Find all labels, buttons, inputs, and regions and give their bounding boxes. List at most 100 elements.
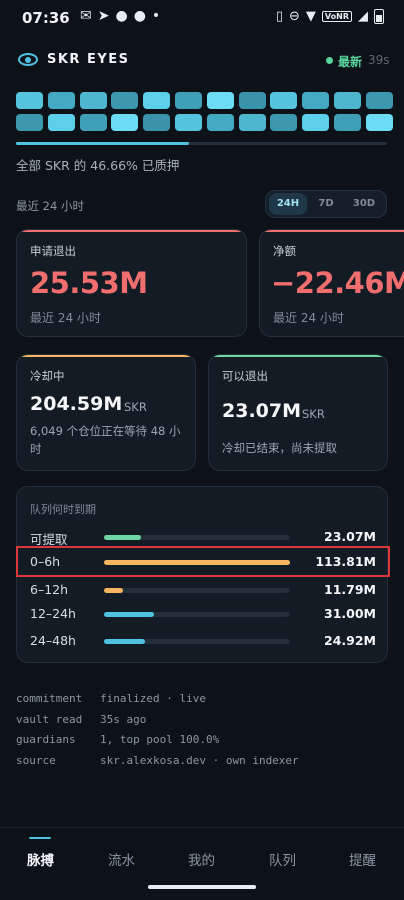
stake-grid-cell [79, 114, 107, 131]
stake-grid-cell [174, 114, 202, 131]
queue-row-track [104, 639, 290, 644]
highlight-box [16, 546, 390, 577]
queue-row-value: 23.07M [324, 529, 376, 544]
nav-pulse[interactable]: 脉搏 [27, 849, 54, 869]
stake-grid-cell [143, 114, 171, 131]
telegram-icon: ➤ [97, 8, 116, 24]
queue-row-label: 24–48h [30, 633, 76, 648]
signal-icon: ◢ [358, 9, 368, 24]
meta-row: source skr.alexkosa.dev · own indexer [16, 754, 299, 775]
queue-row-fill [104, 535, 142, 540]
queue-row-value: 24.92M [324, 633, 376, 648]
stake-grid-cell [238, 114, 266, 131]
cooling-card[interactable]: 冷却中 204.59M SKR 6,049 个仓位正在等待 48 小时 [16, 354, 196, 471]
stake-grid-cell [302, 92, 330, 109]
cooling-unit: SKR [124, 400, 147, 414]
status-bar: 07:36 ✉➤●●• ▯ ⊖ ▼ VoNR ◢ [0, 0, 404, 36]
card-label: 冷却中 [30, 369, 65, 383]
dnd-icon: ⊖ [288, 9, 300, 24]
card-subtitle: 最近 24 小时 [273, 311, 344, 325]
queue-title: 队列何时到期 [30, 503, 96, 516]
live-status-dot [326, 57, 333, 64]
cooling-description: 6,049 个仓位正在等待 48 小时 [30, 424, 181, 456]
stake-grid-cell [333, 114, 361, 131]
battery-icon [374, 9, 384, 24]
stake-progress-bar [16, 142, 387, 145]
withdrawable-description: 冷却已结束，尚未提取 [222, 441, 337, 455]
queue-row-value: 11.79M [324, 582, 376, 597]
eye-icon [18, 53, 38, 66]
meta-key: vault read [16, 712, 83, 726]
queue-row-track [104, 535, 290, 540]
stake-grid-cell [270, 114, 298, 131]
queue-row-6-12h[interactable]: 6–12h 11.79M [17, 580, 387, 600]
meta-info: commitment finalized · live vault read 35s… [16, 692, 299, 774]
tab-7d[interactable]: 7D [307, 193, 345, 215]
meta-row: vault read 35s ago [16, 713, 299, 734]
dot-icon: • [151, 8, 167, 24]
meta-key: commitment [16, 692, 83, 705]
withdrawable-card[interactable]: 可以退出 23.07M SKR 冷却已结束，尚未提取 [208, 354, 388, 471]
queue-row-label: 6–12h [30, 582, 69, 597]
withdrawable-value: 23.07M [222, 400, 302, 422]
tab-24h[interactable]: 24H [269, 193, 307, 215]
stake-grid-cell [16, 92, 43, 109]
net-value: −22.46M [271, 266, 404, 300]
card-subtitle: 最近 24 小时 [30, 311, 101, 325]
meta-value: 35s ago [100, 712, 147, 726]
queue-row-24-48h[interactable]: 24–48h 24.92M [17, 631, 387, 651]
queue-row-fill [104, 612, 155, 617]
card-accent-line [263, 230, 404, 232]
queue-row-label: 12–24h [30, 606, 76, 621]
period-label: 最近 24 小时 [16, 199, 84, 213]
queue-row-value: 31.00M [324, 606, 376, 621]
notification-icons: ✉➤●●• [80, 8, 166, 24]
stake-grid-cell [111, 114, 139, 131]
nav-divider [0, 827, 404, 828]
stake-grid-cell [143, 92, 171, 109]
status-time: 07:36 [22, 9, 70, 27]
withdrawable-unit: SKR [302, 407, 325, 421]
net-card[interactable]: 净额 −22.46M 最近 24 小时 [259, 229, 404, 337]
meta-value: 1, top pool 100.0% [100, 733, 220, 746]
nav-alerts[interactable]: 提醒 [349, 849, 376, 869]
live-status-age: 39s [368, 53, 390, 67]
queue-row-track [104, 588, 290, 593]
meta-value: skr.alexkosa.dev · own indexer [100, 753, 299, 767]
unstake-value: 25.53M [30, 266, 148, 300]
stake-grid-cell [238, 92, 266, 109]
unstake-card[interactable]: 申请退出 25.53M 最近 24 小时 [16, 229, 247, 337]
stake-grid-cell [16, 114, 43, 131]
stake-grid [16, 92, 393, 131]
pill-icon: ● [115, 8, 134, 24]
mail-icon: ✉ [80, 8, 98, 24]
meta-value: finalized · live [100, 692, 206, 705]
meta-row: commitment finalized · live [16, 692, 299, 713]
staked-percentage-text: 全部 SKR 的 46.66% 已质押 [16, 158, 180, 173]
stake-grid-cell [174, 92, 202, 109]
stake-grid-cell [79, 92, 107, 109]
wifi-icon: ▼ [305, 9, 316, 24]
home-indicator [148, 885, 256, 889]
stake-grid-cell [111, 92, 139, 109]
period-tabs: 24H 7D 30D [265, 190, 387, 218]
stake-grid-cell [333, 92, 361, 109]
stake-grid-cell [365, 114, 393, 131]
stake-grid-cell [206, 114, 234, 131]
meta-key: source [16, 753, 56, 767]
network-badge: VoNR [321, 11, 352, 22]
meta-row: guardians 1, top pool 100.0% [16, 733, 299, 754]
nav-mine[interactable]: 我的 [188, 849, 215, 869]
card-accent-line [20, 355, 194, 357]
nav-flow[interactable]: 流水 [108, 849, 135, 869]
stake-grid-cell [302, 114, 330, 131]
stake-grid-cell [206, 92, 234, 109]
card-label: 可以退出 [222, 369, 268, 383]
card-accent-line [20, 230, 245, 232]
nav-queue[interactable]: 队列 [269, 849, 296, 869]
card-accent-line [212, 355, 386, 357]
queue-row-withdrawable[interactable]: 可提取 23.07M [17, 527, 387, 547]
queue-row-12-24h[interactable]: 12–24h 31.00M [17, 604, 387, 624]
stake-grid-cell [47, 114, 75, 131]
tab-30d[interactable]: 30D [345, 193, 383, 215]
